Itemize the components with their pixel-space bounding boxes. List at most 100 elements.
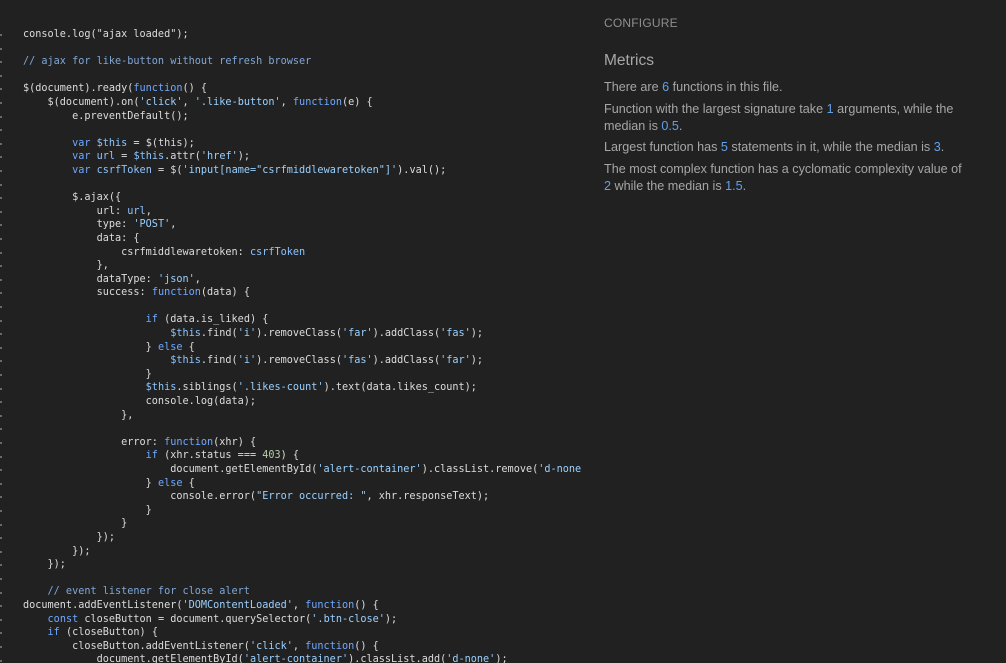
code-token: $this bbox=[145, 382, 177, 394]
code-token: var bbox=[72, 137, 91, 149]
code-line: csrfmiddlewaretoken: csrfToken bbox=[23, 246, 593, 260]
code-line: var url = $this.attr('href'); bbox=[23, 150, 593, 164]
code-line: const closeButton = document.querySelect… bbox=[23, 613, 593, 627]
gutter-mark bbox=[0, 170, 2, 172]
code-token: "Error occurred: " bbox=[256, 491, 367, 503]
metric-statements: Largest function has 5 statements in it,… bbox=[604, 140, 945, 154]
code-token: ).removeClass( bbox=[256, 328, 342, 340]
configure-link[interactable]: CONFIGURE bbox=[604, 16, 678, 30]
code-token: $this bbox=[96, 137, 128, 149]
code-token: 'href' bbox=[200, 151, 238, 163]
gutter-mark bbox=[0, 319, 2, 322]
gutter-mark bbox=[0, 142, 2, 145]
code-token: function bbox=[133, 83, 183, 95]
code-token: = $( bbox=[151, 164, 183, 176]
code-token: ).text(data.likes_count); bbox=[323, 382, 477, 394]
code-line: } else { bbox=[23, 477, 593, 491]
code-token: $(document).ready( bbox=[23, 83, 134, 95]
code-token: '.likes-count' bbox=[237, 382, 324, 394]
code-line: type: 'POST', bbox=[23, 218, 593, 232]
code-token: 'DOMContentLoaded' bbox=[182, 599, 293, 611]
code-token: data: { bbox=[23, 232, 140, 244]
code-token: function bbox=[305, 599, 355, 611]
code-token: url bbox=[127, 205, 146, 217]
code-line: document.addEventListener('DOMContentLoa… bbox=[23, 599, 593, 613]
code-token: 'd-none' bbox=[446, 654, 496, 663]
code-token: dataType: bbox=[23, 273, 158, 285]
code-token: function bbox=[164, 436, 214, 448]
code-token: 'click' bbox=[249, 640, 293, 652]
code-token: var bbox=[72, 151, 91, 163]
gutter-mark bbox=[0, 306, 2, 308]
gutter-mark bbox=[0, 605, 2, 608]
code-line: }, bbox=[23, 259, 593, 273]
code-editor[interactable]: console.log("ajax loaded"); // ajax for … bbox=[23, 28, 593, 663]
code-token: document.getElementById( bbox=[23, 464, 318, 475]
code-token: 'fas' bbox=[440, 328, 471, 340]
code-token: var bbox=[72, 164, 91, 176]
code-line: document.getElementById('alert-container… bbox=[23, 653, 593, 663]
metric-signature: Function with the largest signature take… bbox=[604, 102, 954, 133]
gutter-mark bbox=[0, 61, 2, 64]
gutter-mark bbox=[0, 183, 2, 186]
code-line: dataType: 'json', bbox=[23, 273, 593, 287]
gutter-mark bbox=[0, 346, 2, 349]
code-token: else bbox=[157, 477, 183, 489]
code-line: document.getElementById('alert-container… bbox=[23, 463, 593, 477]
code-line: } bbox=[23, 517, 593, 531]
gutter-mark bbox=[0, 129, 2, 132]
gutter-mark bbox=[0, 238, 2, 240]
code-token: 'POST' bbox=[133, 219, 171, 231]
code-line: console.log("ajax loaded"); bbox=[23, 28, 593, 42]
code-token: , bbox=[182, 96, 195, 108]
code-token: csrfToken bbox=[249, 246, 306, 258]
app-window: console.log("ajax loaded"); // ajax for … bbox=[0, 0, 1006, 663]
code-token: 'far' bbox=[440, 355, 471, 367]
code-line: if (data.is_liked) { bbox=[23, 313, 593, 327]
code-token: , bbox=[170, 219, 177, 231]
gutter-mark bbox=[0, 455, 2, 458]
code-token: type: bbox=[23, 219, 134, 231]
code-token: ) { bbox=[280, 450, 300, 462]
code-token: .find( bbox=[200, 355, 238, 367]
code-token: url: bbox=[23, 205, 128, 217]
code-token: () { bbox=[354, 599, 379, 611]
gutter-mark bbox=[0, 197, 2, 200]
code-token: csrfToken bbox=[96, 164, 152, 176]
code-token: console.error( bbox=[23, 491, 257, 503]
code-token: $(document).on( bbox=[23, 96, 140, 108]
code-token: } bbox=[23, 504, 152, 516]
code-token: else bbox=[157, 341, 183, 353]
code-token: 403 bbox=[262, 450, 281, 462]
code-token: .find( bbox=[200, 328, 238, 340]
code-token: e.preventDefault(); bbox=[23, 110, 189, 122]
code-token: = $(this); bbox=[127, 137, 195, 149]
code-token: 'json' bbox=[157, 273, 195, 285]
code-line: // ajax for like-button without refresh … bbox=[23, 55, 593, 69]
code-token: 'click' bbox=[139, 96, 183, 108]
code-line: var csrfToken = $('input[name="csrfmiddl… bbox=[23, 164, 593, 178]
code-token: , bbox=[280, 96, 293, 108]
gutter-mark bbox=[0, 156, 2, 159]
code-token: ).addClass( bbox=[372, 355, 441, 367]
code-line: $(document).ready(function() { bbox=[23, 82, 593, 96]
code-token: , bbox=[145, 205, 152, 217]
gutter-mark bbox=[0, 659, 2, 662]
code-token: csrfmiddlewaretoken: bbox=[23, 246, 250, 258]
gutter-mark bbox=[0, 210, 2, 213]
code-token: () { bbox=[182, 83, 208, 95]
metric-value: 1 bbox=[826, 102, 834, 116]
code-token: // ajax for like-button without refresh … bbox=[23, 56, 312, 68]
code-token: function bbox=[305, 640, 355, 652]
code-token: = bbox=[115, 151, 134, 163]
code-token: success: bbox=[23, 287, 152, 299]
